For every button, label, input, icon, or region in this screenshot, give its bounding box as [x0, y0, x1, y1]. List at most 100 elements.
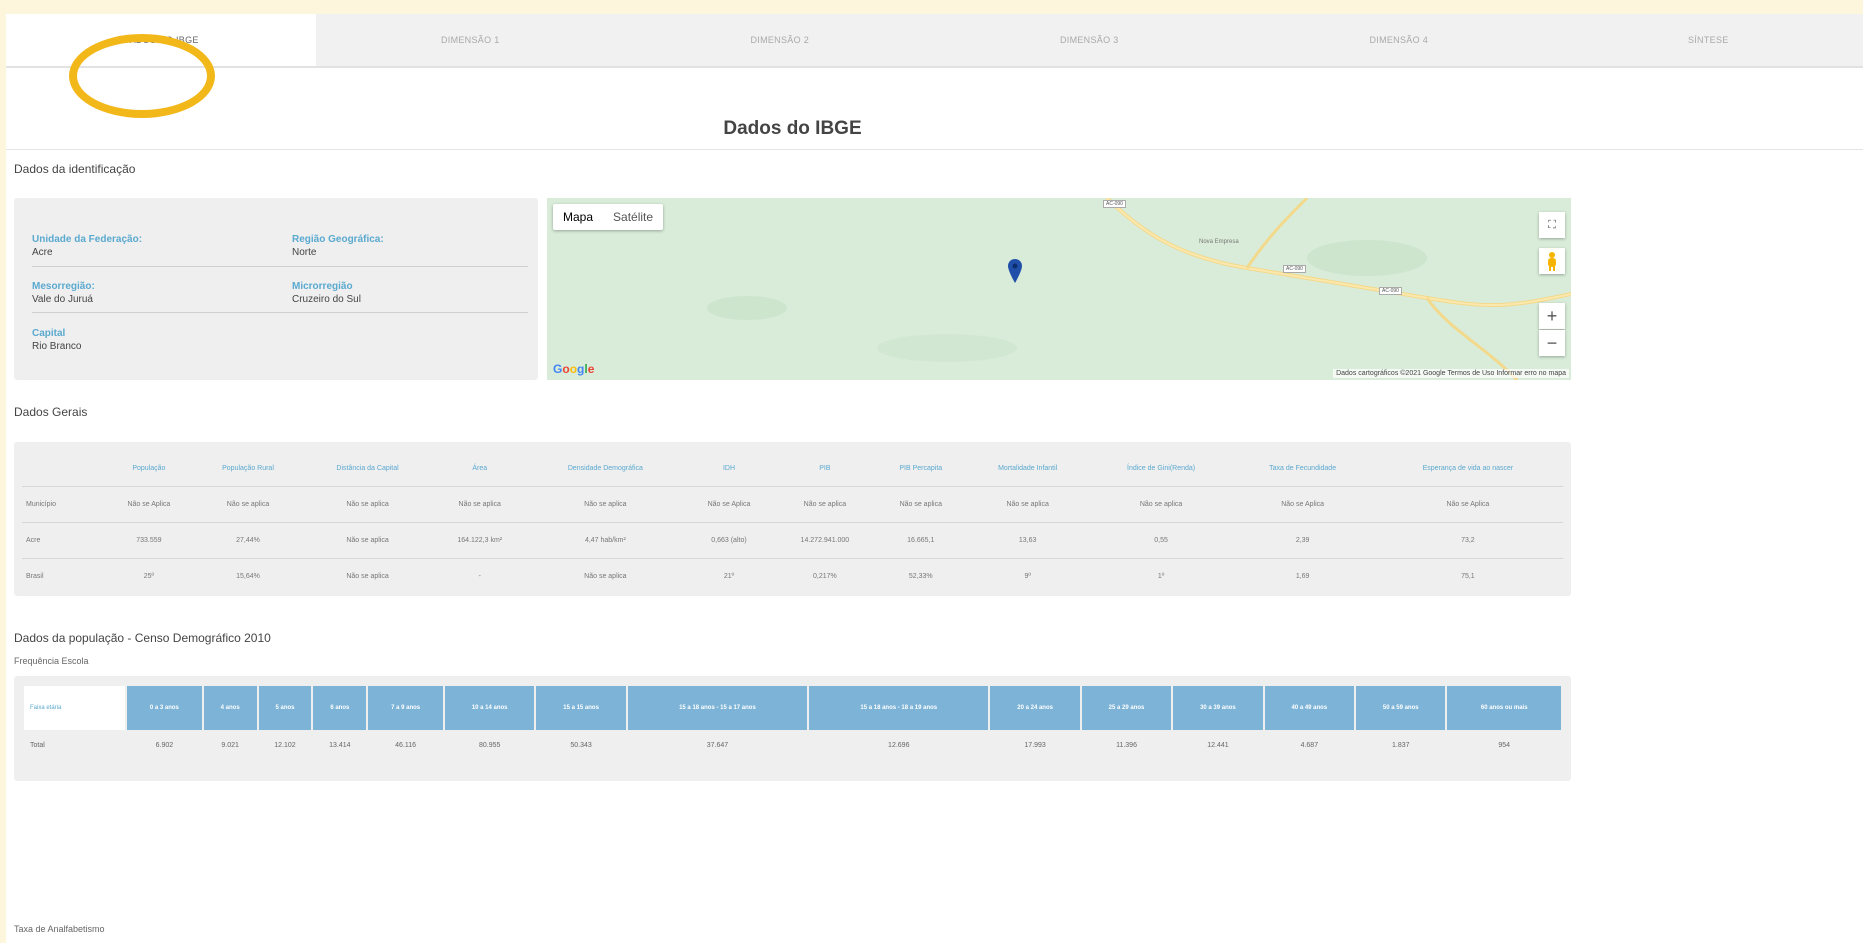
- table-cell: Não se aplica: [875, 485, 966, 522]
- row-header: Total: [30, 741, 45, 749]
- table-cell: 50.343: [570, 741, 592, 749]
- column-header: PIB Percapita: [899, 465, 943, 473]
- capital-label: Capital: [32, 328, 66, 339]
- column-header: 15 a 18 anos - 18 a 19 anos: [808, 686, 991, 730]
- column-header: 6 anos: [312, 686, 369, 730]
- table-row: Brasil 25º 15,64% Não se aplica - Não se…: [22, 557, 1563, 594]
- table-cell: -: [432, 557, 527, 594]
- column-header: PIB: [819, 465, 831, 473]
- column-header: Distância da Capital: [336, 465, 399, 473]
- table-cell: 17.993: [1024, 741, 1046, 749]
- table-cell: 13,63: [965, 521, 1090, 558]
- analfabetismo-heading: Taxa de Analfabetismo: [14, 924, 105, 934]
- table-header-row: População População Rural Distância da C…: [22, 452, 1563, 486]
- gerais-heading: Dados Gerais: [14, 405, 88, 419]
- identificacao-panel: Unidade da Federação: Acre Região Geográ…: [14, 198, 538, 380]
- zoom-out-button[interactable]: −: [1539, 330, 1565, 356]
- table-row: Município Não se Aplica Não se aplica Nã…: [22, 485, 1563, 522]
- column-header: 15 a 15 anos: [535, 686, 628, 730]
- table-cell: Não se Aplica: [1372, 485, 1563, 522]
- table-cell: 75,1: [1372, 557, 1563, 594]
- column-header: Área: [472, 465, 488, 473]
- capital-value: Rio Branco: [32, 341, 82, 352]
- table-cell: 12.102: [274, 741, 296, 749]
- tab-dados-ibge[interactable]: DADOS DO IBGE: [6, 14, 316, 66]
- tab-dimensao-2[interactable]: DIMENSÃO 2: [625, 14, 935, 66]
- table-cell: 16.665,1: [875, 521, 966, 558]
- table-cell: 0,55: [1089, 521, 1233, 558]
- meso-label: Mesorregião:: [32, 281, 95, 292]
- column-header: 15 a 18 anos - 15 a 17 anos: [626, 686, 810, 730]
- table-cell: 27,44%: [193, 521, 303, 558]
- tab-sintese[interactable]: SÍNTESE: [1554, 14, 1863, 66]
- map-type-mapa[interactable]: Mapa: [553, 204, 603, 230]
- table-cell: 0,663 (alto): [684, 521, 774, 558]
- table-cell: Não se aplica: [526, 485, 685, 522]
- table-cell: Não se aplica: [193, 485, 303, 522]
- column-header: 50 a 59 anos: [1355, 686, 1448, 730]
- table-cell: 6.902: [155, 741, 174, 749]
- table-cell: 52,33%: [875, 557, 966, 594]
- meso-field: Mesorregião: Vale do Juruá: [32, 281, 262, 305]
- table-header-row: Faixa etária 0 a 3 anos 4 anos 5 anos 6 …: [24, 686, 1563, 730]
- table-cell: Não se aplica: [965, 485, 1090, 522]
- tab-dimensao-3[interactable]: DIMENSÃO 3: [935, 14, 1245, 66]
- table-cell: Não se Aplica: [684, 485, 774, 522]
- column-header: Mortalidade Infantil: [998, 465, 1058, 473]
- capital-field: Capital Rio Branco: [32, 328, 262, 352]
- map-type-toggle: Mapa Satélite: [553, 204, 664, 230]
- table-cell: Não se aplica: [302, 521, 433, 558]
- map-marker-icon[interactable]: [1008, 259, 1022, 283]
- place-label: Nova Empresa: [1199, 239, 1239, 245]
- table-cell: Não se aplica: [302, 557, 433, 594]
- zoom-in-button[interactable]: +: [1539, 303, 1565, 329]
- table-cell: 21º: [684, 557, 774, 594]
- table-cell: 80.955: [478, 741, 501, 749]
- column-header: Taxa de Fecundidade: [1269, 465, 1337, 473]
- table-cell: 13.414: [329, 741, 351, 749]
- micro-field: Microrregião Cruzeiro do Sul: [292, 281, 522, 305]
- table-cell: 733.559: [104, 521, 194, 558]
- column-header: Índice de Gini(Renda): [1127, 465, 1196, 473]
- table-cell: Não se aplica: [773, 485, 876, 522]
- column-header: 25 a 29 anos: [1080, 686, 1174, 730]
- table-row: Total 6.902 9.021 12.102 13.414 46.116 8…: [24, 730, 1562, 760]
- tab-dimensao-1[interactable]: DIMENSÃO 1: [316, 14, 626, 66]
- table-cell: 1º: [1089, 557, 1233, 594]
- table-cell: Não se Aplica: [104, 485, 194, 522]
- page-title: Dados do IBGE: [723, 118, 862, 139]
- map-credits[interactable]: Dados cartográficos ©2021 Google Termos …: [1333, 369, 1569, 378]
- table-cell: Não se Aplica: [1232, 485, 1373, 522]
- road-tag: AC-090: [1283, 265, 1306, 273]
- google-logo: Google: [553, 362, 595, 376]
- table-cell: 46.116: [395, 741, 417, 749]
- map-type-satelite[interactable]: Satélite: [603, 204, 663, 230]
- table-cell: 1,69: [1232, 557, 1373, 594]
- fullscreen-icon[interactable]: ⛶: [1539, 212, 1565, 238]
- divider: [32, 266, 528, 267]
- frequencia-heading: Frequência Escola: [14, 656, 89, 666]
- tab-dimensao-4[interactable]: DIMENSÃO 4: [1244, 14, 1554, 66]
- micro-value: Cruzeiro do Sul: [292, 294, 361, 305]
- uf-field: Unidade da Federação: Acre: [32, 234, 262, 258]
- table-cell: 12.696: [888, 741, 910, 749]
- table-cell: Não se aplica: [1089, 485, 1233, 522]
- table-cell: Não se aplica: [432, 485, 527, 522]
- column-header: População Rural: [222, 465, 274, 473]
- table-cell: 11.396: [1116, 741, 1137, 749]
- table-cell: 164.122,3 km²: [432, 521, 527, 558]
- regiao-value: Norte: [292, 247, 317, 258]
- frequencia-table: Faixa etária 0 a 3 anos 4 anos 5 anos 6 …: [24, 686, 1563, 760]
- table-cell: 2,39: [1232, 521, 1373, 558]
- column-header: 10 a 14 anos: [443, 686, 537, 730]
- pegman-icon[interactable]: [1539, 248, 1565, 274]
- column-header: 4 anos: [202, 686, 259, 730]
- map-terrain: [707, 198, 1571, 380]
- map-view[interactable]: Mapa Satélite Nova Empresa AC-090 AC-090…: [547, 198, 1571, 380]
- regiao-label: Região Geográfica:: [292, 234, 384, 245]
- column-header: 20 a 24 anos: [989, 686, 1082, 730]
- divider: [6, 149, 1863, 150]
- table-cell: 9º: [965, 557, 1090, 594]
- column-header: Densidade Demográfica: [567, 465, 643, 473]
- column-header: 30 a 39 anos: [1172, 686, 1265, 730]
